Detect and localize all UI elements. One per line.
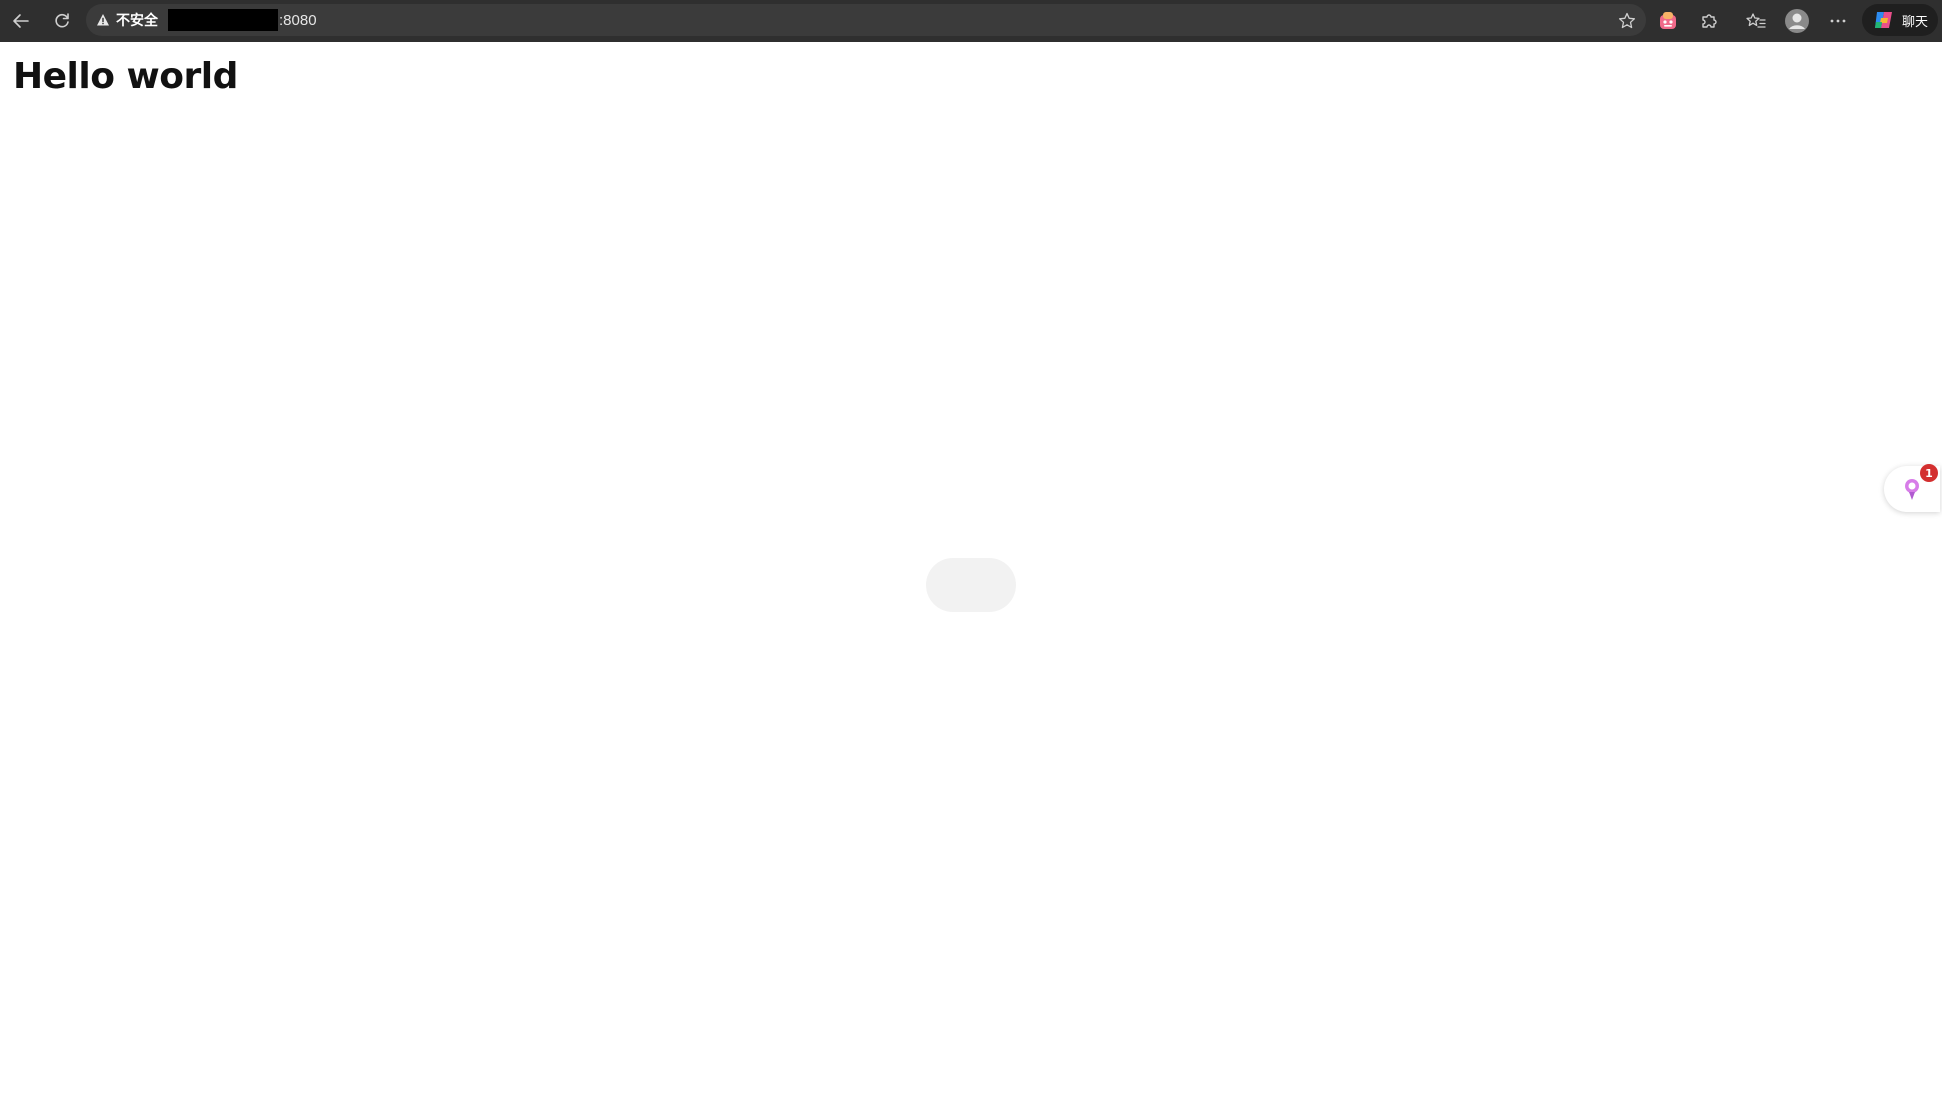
extension-app-button[interactable] [1653,6,1683,36]
back-arrow-icon [13,14,29,28]
copilot-chat-button[interactable]: 聊天 [1862,4,1938,36]
assistant-icon [1905,479,1919,500]
warning-icon [97,14,109,26]
security-label: 不安全 [116,13,158,29]
more-icon [1830,19,1846,23]
redacted-host [168,9,278,31]
favorites-icon [1746,13,1766,28]
refresh-button[interactable] [47,6,77,36]
extension-app-icon [1660,12,1676,29]
page-title: Hello world [13,56,238,97]
refresh-icon [55,13,69,28]
chat-label: 聊天 [1901,14,1928,30]
puzzle-icon [1702,14,1717,28]
loading-placeholder [926,558,1016,612]
copilot-icon [1874,12,1892,28]
more-menu-button[interactable] [1823,6,1853,36]
address-bar[interactable]: 不安全 :8080 [86,4,1646,36]
favorite-star-button[interactable] [1612,6,1642,36]
extensions-button[interactable] [1694,6,1724,36]
floating-assistant-widget[interactable]: 1 [1884,464,1940,512]
notification-badge: 1 [1920,464,1938,482]
back-button[interactable] [6,6,36,36]
security-indicator[interactable]: 不安全 [96,10,158,30]
star-icon [1618,12,1636,29]
profile-button[interactable] [1782,6,1812,36]
url-port: :8080 [279,11,317,29]
browser-toolbar: 不安全 :8080 聊天 [0,0,1942,42]
page-content: Hello world [4,42,1940,1106]
favorites-button[interactable] [1741,6,1771,36]
browser-window: 不安全 :8080 聊天 Hello world 1 [0,0,1942,1108]
profile-icon [1785,9,1809,33]
